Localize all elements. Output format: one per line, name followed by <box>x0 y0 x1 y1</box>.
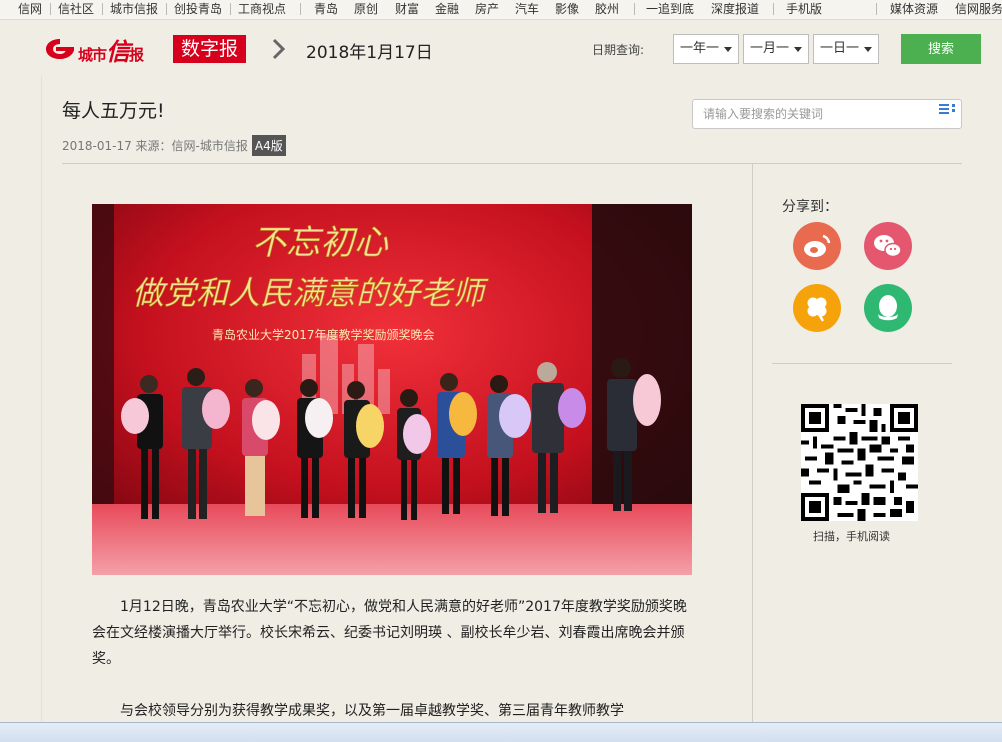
browser-status-bar <box>0 722 1002 742</box>
nav-item[interactable]: 一追到底 <box>646 2 694 16</box>
dropdown-arrow-icon <box>864 47 872 52</box>
logo-mark-icon <box>44 36 76 62</box>
nav-item[interactable]: 创投青岛 <box>174 2 222 16</box>
nav-separator <box>300 3 301 15</box>
site-logo[interactable]: 城市信报 <box>44 35 144 66</box>
qq-share-icon[interactable] <box>864 284 912 332</box>
nav-separator <box>102 3 103 15</box>
nav-item[interactable]: 信社区 <box>58 2 94 16</box>
weibo-share-icon[interactable] <box>793 222 841 270</box>
dropdown-arrow-icon <box>724 47 732 52</box>
nav-item[interactable]: 城市信报 <box>110 2 158 16</box>
nav-item[interactable]: 工商视点 <box>238 2 286 16</box>
dropdown-arrow-icon <box>794 47 802 52</box>
month-select[interactable]: 一月一 <box>743 34 809 64</box>
article-panel: 每人五万元! 2018-01-17 来源：信网-城市信报 A4版 请输入要搜索的… <box>41 76 980 742</box>
nav-separator <box>634 3 635 15</box>
nav-item[interactable]: 汽车 <box>515 2 539 16</box>
nav-separator <box>166 3 167 15</box>
keyword-placeholder: 请输入要搜索的关键词 <box>703 107 824 121</box>
day-select[interactable]: 一日一 <box>813 34 879 64</box>
digital-edition-label[interactable]: 数字报 <box>173 35 247 63</box>
year-select[interactable]: 一年一 <box>673 34 739 64</box>
banner-line-1: 不忘初心 <box>252 223 389 263</box>
nav-item[interactable]: 原创 <box>354 2 378 16</box>
nav-item[interactable]: 媒体资源 <box>890 2 938 16</box>
sidebar-divider <box>772 363 952 364</box>
nav-separator <box>50 3 51 15</box>
nav-item[interactable]: 青岛 <box>314 2 338 16</box>
nav-item[interactable]: 房产 <box>475 2 499 16</box>
qr-caption: 扫描，手机阅读 <box>813 530 890 543</box>
qzone-share-icon[interactable] <box>793 284 841 332</box>
chevron-right-icon <box>266 37 290 61</box>
nav-separator <box>876 3 877 15</box>
nav-item[interactable]: 财富 <box>395 2 419 16</box>
nav-item[interactable]: 金融 <box>435 2 459 16</box>
logo-text: 城市信报 <box>78 37 144 66</box>
qr-code <box>801 404 918 521</box>
page-badge[interactable]: A4版 <box>251 135 286 156</box>
article-photo: 不忘初心 做党和人民满意的好老师 青岛农业大学2017年度教学奖励颁奖晚会 <box>92 204 692 575</box>
top-nav: 信网 信社区 城市信报 创投青岛 工商视点 青岛 原创 财富 金融 房产 汽车 … <box>0 0 1002 20</box>
header-divider <box>62 163 962 164</box>
article-title: 每人五万元! <box>62 100 165 122</box>
input-tool-icon[interactable] <box>917 102 957 126</box>
search-button[interactable]: 搜索 <box>901 34 981 64</box>
wechat-share-icon[interactable] <box>864 222 912 270</box>
banner-line-3: 青岛农业大学2017年度教学奖励颁奖晚会 <box>212 327 435 342</box>
nav-item[interactable]: 深度报道 <box>711 2 759 16</box>
article-source: 2018-01-17 来源：信网-城市信报 <box>62 139 248 153</box>
issue-date: 2018年1月17日 <box>306 43 433 63</box>
article-paragraph: 与会校领导分别为获得教学成果奖，以及第一届卓越教学奖、第三届青年教师教学 <box>120 703 624 719</box>
article-meta: 2018-01-17 来源：信网-城市信报 A4版 <box>62 135 286 156</box>
nav-item[interactable]: 手机版 <box>786 2 822 16</box>
date-query-label: 日期查询: <box>592 43 645 57</box>
nav-separator <box>230 3 231 15</box>
nav-item[interactable]: 胶州 <box>595 2 619 16</box>
nav-item[interactable]: 信网 <box>18 2 42 16</box>
nav-item[interactable]: 影像 <box>555 2 579 16</box>
nav-separator <box>773 3 774 15</box>
keyword-search-input[interactable]: 请输入要搜索的关键词 <box>692 99 962 129</box>
nav-item[interactable]: 信网服务 <box>955 2 1002 16</box>
share-label: 分享到： <box>782 199 838 215</box>
column-separator <box>752 164 753 742</box>
header: 城市信报 数字报 2018年1月17日 日期查询: 一年一 一月一 一日一 搜索 <box>0 21 1002 76</box>
article-paragraph: 1月12日晚，青岛农业大学“不忘初心，做党和人民满意的好老师”2017年度教学奖… <box>92 599 687 667</box>
banner-line-2: 做党和人民满意的好老师 <box>132 274 489 312</box>
